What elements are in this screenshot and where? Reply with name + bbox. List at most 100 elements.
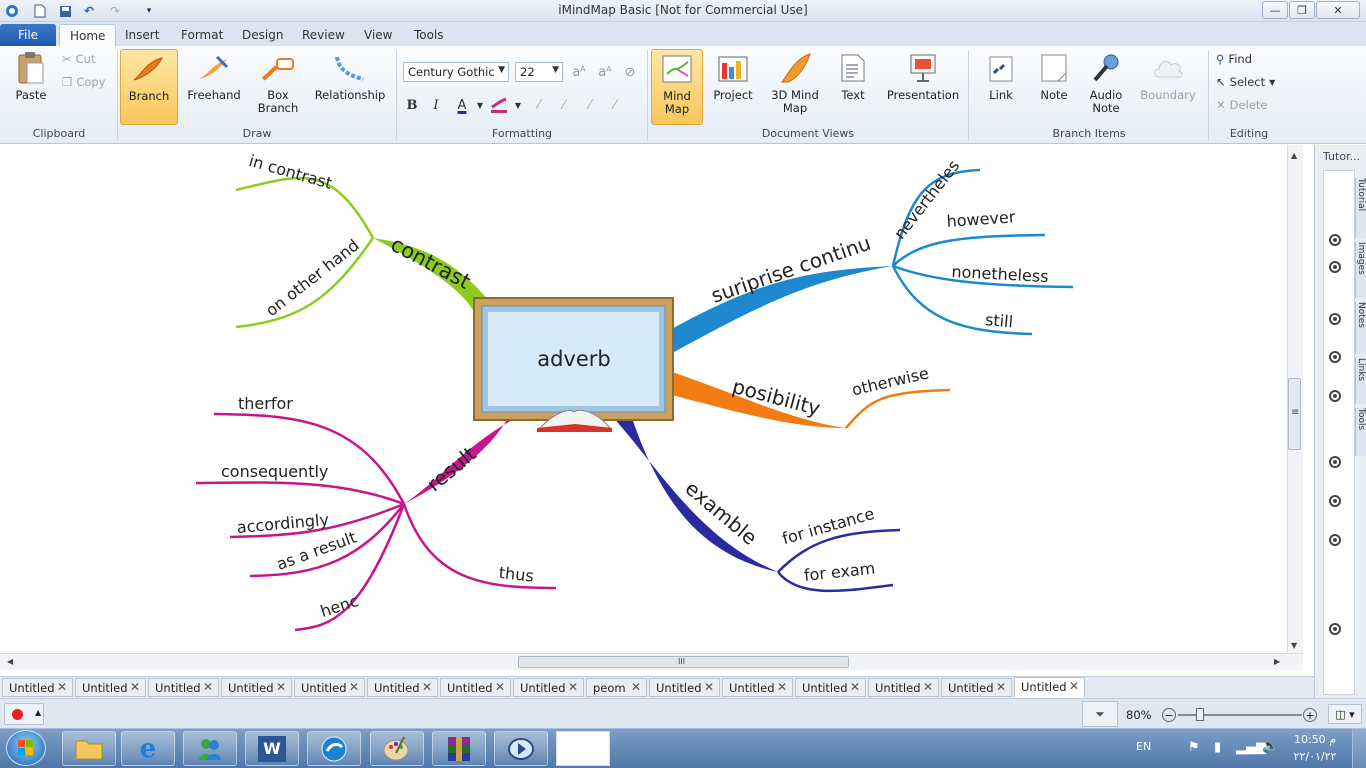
flag-icon[interactable]: ⚑: [1188, 740, 1200, 755]
zoom-out-button[interactable]: −: [1162, 708, 1176, 722]
start-button[interactable]: [6, 730, 46, 766]
scroll-up-icon[interactable]: ▲: [1291, 151, 1297, 160]
tab-review[interactable]: Review: [292, 24, 355, 46]
close-tab-icon[interactable]: ✕: [568, 680, 578, 694]
branch-button[interactable]: Branch: [120, 49, 178, 125]
clock-time[interactable]: 10:50 م: [1288, 733, 1342, 746]
close-tab-icon[interactable]: ✕: [495, 680, 505, 694]
copy-button[interactable]: ❐ Copy: [62, 75, 105, 89]
document-tab[interactable]: Untitled ✕: [367, 678, 438, 697]
font-size-select[interactable]: 22 ▼: [515, 62, 563, 82]
filter-icon[interactable]: ⏷: [1082, 701, 1118, 727]
branch-effect-icon[interactable]: ⁄: [606, 96, 624, 114]
note-button[interactable]: Note: [1035, 49, 1073, 125]
document-tab[interactable]: Untitled ✕: [722, 678, 793, 697]
delete-button[interactable]: ✕ Delete: [1216, 98, 1267, 112]
record-button[interactable]: ▲: [4, 703, 44, 725]
option-radio[interactable]: [1329, 390, 1341, 402]
option-radio[interactable]: [1329, 623, 1341, 635]
consequently-label[interactable]: consequently: [221, 462, 328, 481]
boundary-button[interactable]: Boundary: [1140, 49, 1196, 125]
chevron-down-icon[interactable]: ▼: [471, 96, 489, 114]
document-tab[interactable]: Untitled ✕: [148, 678, 219, 697]
close-tab-icon[interactable]: ✕: [850, 680, 860, 694]
paste-button[interactable]: Paste: [10, 49, 52, 125]
branch-style-icon[interactable]: ⁄: [530, 96, 548, 114]
therfor-branch[interactable]: [213, 412, 406, 505]
tab-insert[interactable]: Insert: [115, 24, 169, 46]
freehand-button[interactable]: Freehand: [186, 49, 242, 125]
scroll-down-icon[interactable]: ▼: [1291, 641, 1297, 650]
still-label[interactable]: still: [984, 310, 1014, 331]
audio-note-button[interactable]: Audio Note: [1085, 49, 1127, 125]
font-color-button[interactable]: A: [453, 96, 471, 114]
battery-icon[interactable]: ▮: [1214, 740, 1221, 755]
chevron-down-icon[interactable]: ▼: [509, 96, 527, 114]
select-button[interactable]: ↖ Select ▼: [1216, 75, 1275, 89]
shrink-font-icon[interactable]: aᴬ: [596, 63, 614, 81]
however-branch[interactable]: [892, 233, 1046, 267]
side-tab-tools[interactable]: Tools: [1355, 408, 1366, 456]
grow-font-icon[interactable]: aᴬ: [570, 63, 588, 81]
bold-button[interactable]: B: [403, 96, 421, 114]
in-contrast-branch[interactable]: [235, 176, 375, 239]
layout-toggle-button[interactable]: ◫ ▾: [1328, 704, 1362, 724]
side-tab-links[interactable]: Links: [1355, 358, 1366, 404]
close-tab-icon[interactable]: ✕: [203, 680, 213, 694]
relationship-button[interactable]: Relationship: [315, 49, 385, 125]
document-tab[interactable]: Untitled ✕: [649, 678, 720, 697]
taskbar-messenger-button[interactable]: [183, 731, 237, 766]
tab-format[interactable]: Format: [171, 24, 233, 46]
document-tab[interactable]: Untitled ✕: [795, 678, 866, 697]
maximize-button[interactable]: ❐: [1289, 1, 1315, 19]
document-tab[interactable]: Untitled ✕: [941, 678, 1012, 697]
taskbar-winrar-button[interactable]: [432, 731, 486, 766]
minimize-button[interactable]: —: [1262, 1, 1288, 19]
thus-label[interactable]: thus: [498, 563, 535, 586]
3d-mind-map-view-button[interactable]: 3D Mind Map: [768, 49, 822, 125]
taskbar-explorer-button[interactable]: [62, 731, 116, 766]
document-tab[interactable]: Untitled ✕: [440, 678, 511, 697]
document-tab[interactable]: Untitled ✕: [294, 678, 365, 697]
close-tab-icon[interactable]: ✕: [130, 680, 140, 694]
close-tab-icon[interactable]: ✕: [923, 680, 933, 694]
close-tab-icon[interactable]: ✕: [422, 680, 432, 694]
option-radio[interactable]: [1329, 261, 1341, 273]
tab-design[interactable]: Design: [232, 24, 293, 46]
presentation-view-button[interactable]: Presentation: [887, 49, 959, 125]
find-button[interactable]: ⚲ Find: [1216, 52, 1252, 66]
taskbar-ie-button[interactable]: e: [121, 731, 175, 766]
close-tab-icon[interactable]: ✕: [276, 680, 286, 694]
clock-date[interactable]: ٢٢/٠١/٢٢: [1288, 750, 1342, 763]
document-tab-active[interactable]: Untitled ✕: [1014, 677, 1085, 698]
document-tab[interactable]: Untitled ✕: [2, 678, 73, 697]
option-radio[interactable]: [1329, 351, 1341, 363]
cut-button[interactable]: ✂ Cut: [62, 52, 95, 66]
document-tab[interactable]: Untitled ✕: [868, 678, 939, 697]
option-radio[interactable]: [1329, 234, 1341, 246]
taskbar-word-button[interactable]: W: [245, 731, 299, 766]
branch-shape-icon[interactable]: ⁄: [555, 96, 573, 114]
document-tab[interactable]: Untitled ✕: [221, 678, 292, 697]
option-radio[interactable]: [1329, 313, 1341, 325]
mind-map-canvas[interactable]: adverb contrast in contrast on other han…: [0, 145, 1302, 653]
option-radio[interactable]: [1329, 456, 1341, 468]
box-branch-button[interactable]: Box Branch: [254, 49, 302, 125]
scroll-right-icon[interactable]: ▶: [1274, 657, 1280, 666]
close-tab-icon[interactable]: ✕: [631, 680, 641, 694]
scroll-left-icon[interactable]: ◀: [7, 657, 13, 666]
close-tab-icon[interactable]: ✕: [1069, 679, 1079, 693]
document-tab[interactable]: Untitled ✕: [75, 678, 146, 697]
italic-button[interactable]: I: [427, 96, 445, 114]
text-view-button[interactable]: Text: [834, 49, 872, 125]
tab-tools[interactable]: Tools: [404, 24, 454, 46]
branch-color-icon[interactable]: [490, 96, 508, 114]
close-tab-icon[interactable]: ✕: [349, 680, 359, 694]
side-panel-header[interactable]: Tutor...: [1323, 150, 1360, 163]
tab-home[interactable]: Home: [59, 24, 117, 46]
document-tab[interactable]: peom ✕: [586, 678, 647, 697]
side-tab-images[interactable]: Images: [1355, 242, 1366, 298]
option-radio[interactable]: [1329, 495, 1341, 507]
zoom-in-button[interactable]: +: [1303, 708, 1317, 722]
option-radio[interactable]: [1329, 534, 1341, 546]
